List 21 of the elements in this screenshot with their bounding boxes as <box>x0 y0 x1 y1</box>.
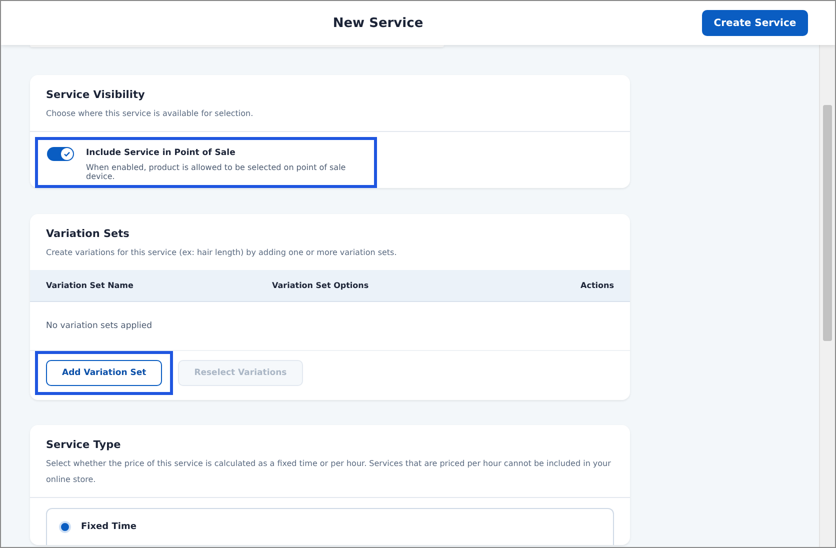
column-header: Variation Set Options <box>272 281 370 290</box>
radio-button[interactable] <box>59 521 71 533</box>
create-service-button[interactable]: Create Service <box>702 10 808 36</box>
page-title: New Service <box>332 16 424 30</box>
check-icon <box>63 150 71 158</box>
empty-message: No variation sets applied <box>46 321 152 331</box>
radio-option[interactable]: Fixed Time <box>46 508 614 545</box>
section-description: Create variations for this service (ex: hair length) by adding one or more variation sets. <box>46 247 398 259</box>
toggle-hint: When enabled, product is allowed to be selected on point of sale device. <box>86 163 347 181</box>
column-header: Actions <box>580 281 614 290</box>
column-header: Variation Set Name <box>46 281 134 290</box>
toggle-switch[interactable] <box>47 147 74 161</box>
option-label: Fixed Time <box>81 522 136 532</box>
add-variation-set-button[interactable]: Add Variation Set <box>46 360 162 386</box>
section-title: Service Visibility <box>46 89 146 101</box>
toggle-label: Include Service in Point of Sale <box>86 148 236 158</box>
section-description: Choose where this service is available for selection. <box>46 108 254 120</box>
section-description: Select whether the price of this service is calculated as a fixed time or per hour. Services that are priced per hour cannot be included in your online store. <box>46 458 612 486</box>
section-title: Variation Sets <box>46 228 130 240</box>
section-title: Service Type <box>46 439 122 451</box>
scrollbar[interactable] <box>819 45 835 547</box>
